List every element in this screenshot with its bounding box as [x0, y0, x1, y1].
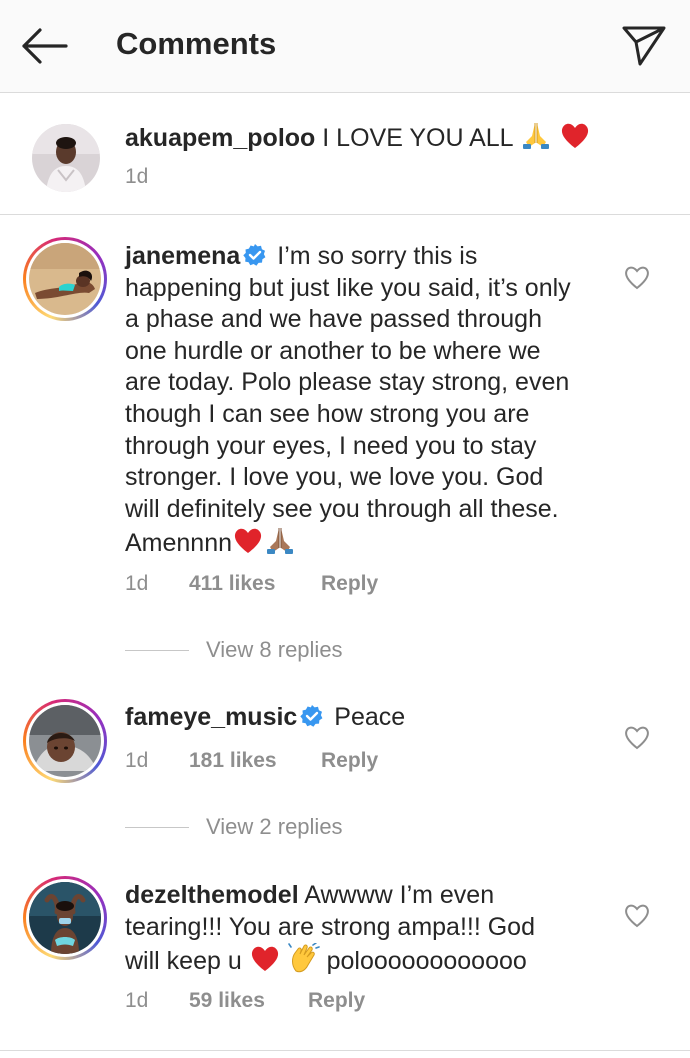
heart-outline-icon[interactable]: [622, 900, 652, 930]
verified-badge-icon: [300, 705, 323, 727]
view-replies-button[interactable]: View 2 replies: [125, 814, 343, 840]
comment-time: 1d: [125, 572, 149, 595]
comment-line: poloooooooooooo: [326, 947, 527, 976]
heart-outline-icon[interactable]: [622, 722, 652, 752]
comment-line: one hurdle or another to be where we: [125, 336, 541, 365]
comment-line: Amennnn: [125, 529, 233, 558]
comment-line: I’m so sorry this is: [277, 242, 478, 270]
send-button[interactable]: [616, 20, 672, 72]
comment-text: fameye_music Peace: [125, 702, 405, 734]
likes-count[interactable]: 59 likes: [189, 989, 308, 1013]
comment-meta: 1d 411 likes Reply: [125, 572, 378, 596]
comment-line: will keep u: [125, 947, 242, 976]
avatar[interactable]: [23, 237, 107, 321]
avatar[interactable]: [32, 124, 100, 192]
avatar[interactable]: [23, 876, 107, 960]
comments-header: Comments: [0, 0, 690, 93]
back-button[interactable]: [18, 24, 70, 68]
comment-line: happening but just like you said, it’s o…: [125, 273, 571, 302]
view-replies-button[interactable]: View 8 replies: [125, 637, 343, 663]
caption-meta: 1d: [125, 165, 148, 189]
comment-line: tearing!!! You are strong ampa!!! God: [125, 912, 535, 941]
comment-username[interactable]: fameye_music: [125, 703, 297, 731]
comment-line: through your eyes, I need you to stay: [125, 431, 537, 460]
view-replies-label[interactable]: View 8 replies: [206, 637, 343, 663]
divider: [125, 649, 189, 651]
comment-meta: 1d 181 likes Reply: [125, 749, 378, 773]
waving-hand-emoji: [287, 943, 320, 973]
comment-line: are today. Polo please stay strong, even: [125, 368, 570, 397]
likes-count[interactable]: 181 likes: [189, 749, 321, 773]
folded-hands-emoji: [522, 123, 549, 149]
comment-line: a phase and we have passed through: [125, 305, 542, 334]
post-caption: akuapem_poloo I LOVE YOU ALL 1d: [0, 93, 690, 215]
red-heart-emoji: [234, 529, 262, 554]
comment-username[interactable]: janemena: [125, 242, 240, 270]
comment-line: will definitely see you through all thes…: [125, 494, 559, 523]
comment-line: though I can see how strong you are: [125, 399, 530, 428]
comment-line: Awwww I’m even: [304, 881, 495, 909]
avatar[interactable]: [23, 699, 107, 783]
comment-username[interactable]: dezelthemodel: [125, 881, 299, 909]
heart-outline-icon[interactable]: [622, 262, 652, 292]
comment-time: 1d: [125, 989, 149, 1012]
folded-hands-emoji: [267, 528, 294, 555]
caption-text: akuapem_poloo I LOVE YOU ALL: [125, 120, 591, 155]
divider: [125, 826, 189, 828]
red-heart-emoji: [561, 123, 588, 148]
likes-count[interactable]: 411 likes: [189, 572, 321, 596]
divider: [0, 1050, 690, 1051]
caption-username[interactable]: akuapem_poloo: [125, 124, 315, 152]
reply-button[interactable]: Reply: [321, 572, 378, 596]
comment-text: dezelthemodel Awwww I’m even tearing!!! …: [125, 880, 605, 978]
page-title: Comments: [116, 26, 277, 61]
reply-button[interactable]: Reply: [321, 749, 378, 773]
comment-text: janemena I’m so sorry this is happening …: [125, 241, 605, 560]
view-replies-label[interactable]: View 2 replies: [206, 814, 343, 840]
arrow-left-icon: [22, 28, 68, 64]
comment-line: Peace: [334, 703, 406, 731]
comment-meta: 1d 59 likes Reply: [125, 989, 365, 1013]
paper-plane-icon: [622, 26, 666, 66]
reply-button[interactable]: Reply: [308, 989, 365, 1013]
comment-line: stronger. I love you, we love you. God: [125, 463, 544, 492]
caption-time: 1d: [125, 165, 149, 188]
verified-badge-icon: [243, 244, 266, 266]
comment-time: 1d: [125, 749, 149, 772]
red-heart-emoji: [251, 946, 278, 972]
caption-body: I LOVE YOU ALL: [322, 124, 513, 152]
